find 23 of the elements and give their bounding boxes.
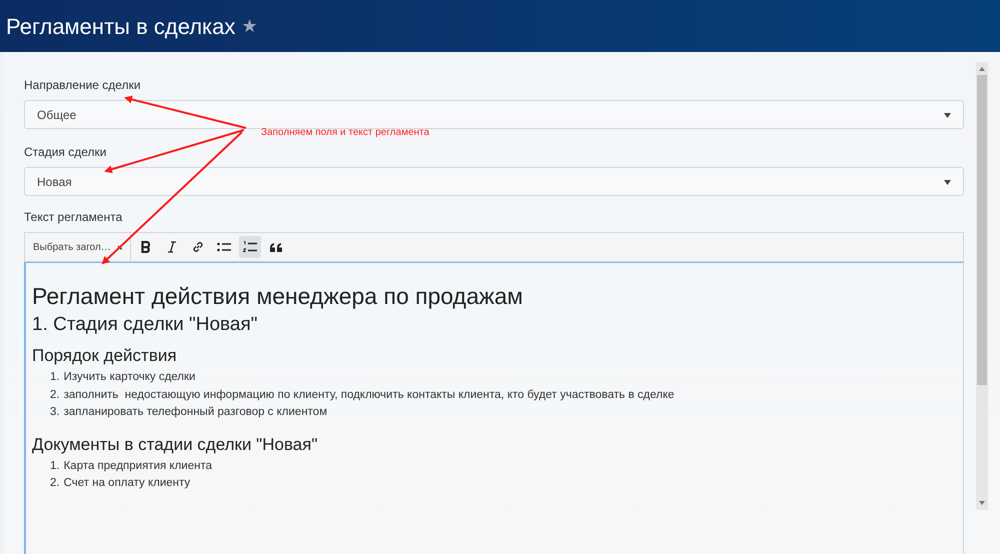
field-label: Стадия сделки	[24, 144, 108, 161]
list-item-text: Счет на оплату клиенту	[64, 476, 190, 491]
section-heading: Порядок действия	[32, 345, 178, 367]
heading: Регламент действия менеджера по продажам	[32, 282, 524, 311]
list-number: 2.	[50, 388, 60, 402]
field-label: Текст регламента	[24, 209, 124, 226]
list-item-text: Карта предприятия клиента	[64, 458, 212, 474]
annotation-text: Заполняем поля и текст регламента	[261, 126, 430, 140]
list-number: 3.	[50, 405, 60, 420]
list-number: 2.	[50, 476, 60, 491]
list-item-text: заполнить недостающую информацию по клиенту, подключить контакты клиента, кто будет участвовать в сделке	[64, 388, 674, 402]
list-number: 1.	[50, 370, 60, 385]
list-number: 1.	[50, 458, 60, 474]
section-heading: Документы в стадии сделки "Новая"	[32, 434, 318, 456]
select-field[interactable]: Общее	[24, 100, 964, 129]
list-item-text: Изучить карточку сделки	[64, 370, 196, 385]
page-title: Регламенты в сделках	[6, 12, 236, 40]
select-field[interactable]: Новая	[24, 167, 964, 196]
subheading: 1. Стадия сделки "Новая"	[32, 313, 258, 337]
favorite-star[interactable]: ★	[241, 12, 258, 40]
field-label: Направление сделки	[24, 77, 142, 94]
heading-dropdown[interactable]: Выбрать загол…	[25, 233, 131, 261]
list-item-text: запланировать телефонный разговор с клиентом	[64, 405, 328, 420]
